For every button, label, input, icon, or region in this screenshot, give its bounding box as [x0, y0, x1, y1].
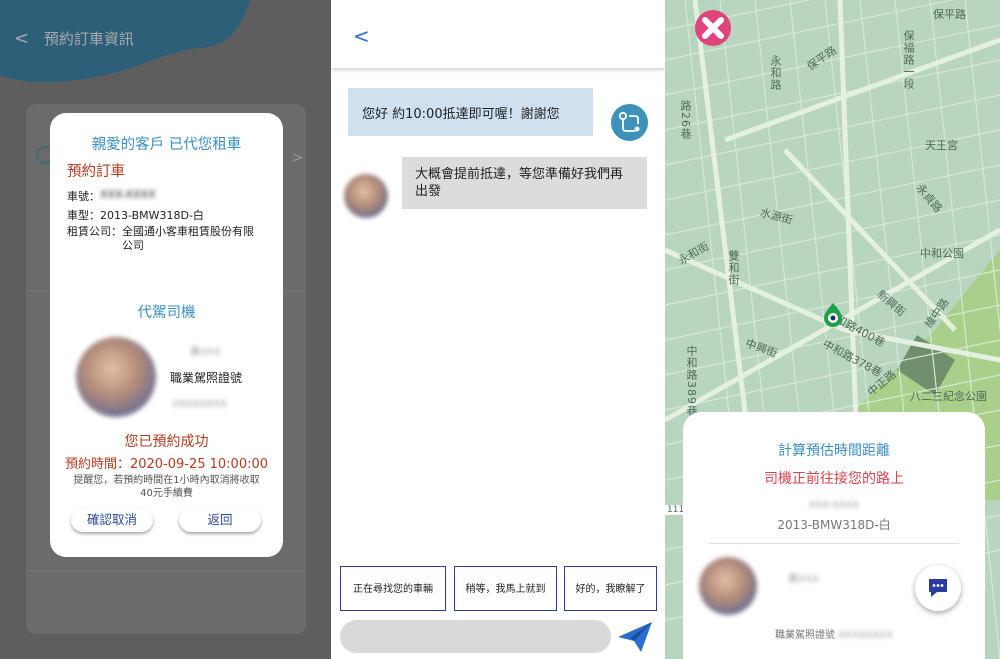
license-label: 職業駕照證號: [170, 371, 243, 385]
chat-screen: < 您好 約10:00抵達即可喔！謝謝您 大概會提前抵達，等您準備好我們再出發 …: [331, 0, 665, 659]
driver-avatar: [76, 337, 156, 417]
route-icon: [611, 104, 648, 141]
close-icon[interactable]: [695, 10, 731, 46]
quick-reply-button[interactable]: 好的，我瞭解了: [564, 566, 657, 611]
map-label: 保平路: [933, 8, 966, 21]
quick-reply-button[interactable]: 正在尋找您的車輛: [340, 566, 446, 611]
driver-avatar: [699, 557, 757, 615]
send-icon[interactable]: [617, 620, 653, 654]
driver-section-title: 代駕司機: [137, 305, 196, 321]
map-screen: 保平路 保福路一段 保平路 永和路 路26巷 天王宮 永貞路 水源街 永和街 雙…: [665, 0, 1000, 659]
driver-avatar: [344, 174, 388, 218]
map-label: 中和路389巷: [685, 345, 698, 417]
sheet-title: 計算預估時間距離: [778, 443, 890, 459]
company-value: 全國通小客車租賃股份有限公司: [122, 225, 254, 252]
company-label: 租賃公司：: [67, 225, 122, 238]
map-label: 天王宮: [925, 139, 958, 152]
plate-number: XXX-XXXX: [808, 500, 860, 511]
booking-info-screen: < 預約訂車資訊 > 親愛的客戶 已代您租車 預約訂車 車號： XXX-XXXX…: [0, 0, 331, 659]
message-input[interactable]: [340, 620, 611, 653]
plate-row: 車號： XXX-XXXX: [67, 188, 156, 204]
chat-header: <: [331, 0, 665, 68]
success-text: 您已預約成功: [124, 434, 209, 450]
license-number: XXXXXXXX: [838, 630, 893, 641]
license-label: 職業駕照證號: [775, 630, 835, 641]
model-label: 車型：: [67, 209, 100, 222]
plate-value: XXX-XXXX: [100, 188, 156, 201]
driver-status: 司機正前往接您的路上: [764, 471, 904, 487]
model-value: 2013-BMW318D-白: [100, 209, 204, 222]
back-icon[interactable]: <: [353, 24, 370, 48]
back-icon[interactable]: <: [14, 28, 29, 49]
incoming-message: 大概會提前抵達，等您準備好我們再出發: [402, 157, 647, 209]
license-number: XXXXXXXX: [172, 399, 227, 410]
car-location-icon: [823, 302, 843, 328]
modal-subtitle: 預約訂車: [67, 164, 125, 180]
driver-name: 黃XXX: [788, 574, 819, 585]
topbar: < 預約訂車資訊: [14, 28, 134, 49]
divider: [709, 543, 959, 544]
chevron-right-icon[interactable]: >: [292, 150, 304, 166]
confirm-cancel-button[interactable]: 確認取消: [71, 508, 153, 532]
trip-status-sheet: 計算預估時間距離 司機正前往接您的路上 XXX-XXXX 2013-BMW318…: [683, 412, 985, 659]
outgoing-message: 您好 約10:00抵達即可喔！謝謝您: [348, 88, 593, 136]
map-label: 中和公園: [920, 247, 964, 260]
model-row: 車型： 2013-BMW318D-白: [67, 207, 204, 223]
booking-success-modal: 親愛的客戶 已代您租車 預約訂車 車號： XXX-XXXX 車型： 2013-B…: [50, 113, 283, 557]
map-label: 路26巷: [679, 100, 692, 140]
page-title: 預約訂車資訊: [43, 30, 134, 48]
cancel-note: 提醒您，若預約時間在1小時內取消將收取40元手續費: [73, 475, 260, 499]
map-label: 雙和街: [727, 250, 740, 286]
chat-icon[interactable]: [915, 565, 961, 611]
booking-time: 預約時間：2020-09-25 10:00:00: [64, 457, 269, 472]
map-label: 八二三紀念公園: [910, 390, 987, 403]
map-label: 保福路一段: [902, 30, 915, 90]
modal-title: 親愛的客戶 已代您租車: [91, 137, 242, 153]
back-button[interactable]: 返回: [179, 508, 261, 532]
quick-reply-button[interactable]: 稍等，我馬上就到: [454, 566, 557, 611]
divider: [26, 570, 306, 571]
plate-label: 車號：: [67, 190, 100, 203]
company-row: 租賃公司： 全國通小客車租賃股份有限公司: [67, 225, 267, 253]
driver-name: 黃XXX: [190, 347, 221, 358]
car-model: 2013-BMW318D-白: [777, 518, 891, 532]
map-label: 永和路: [769, 55, 782, 91]
license-row: 職業駕照證號 XXXXXXXX: [683, 626, 985, 641]
